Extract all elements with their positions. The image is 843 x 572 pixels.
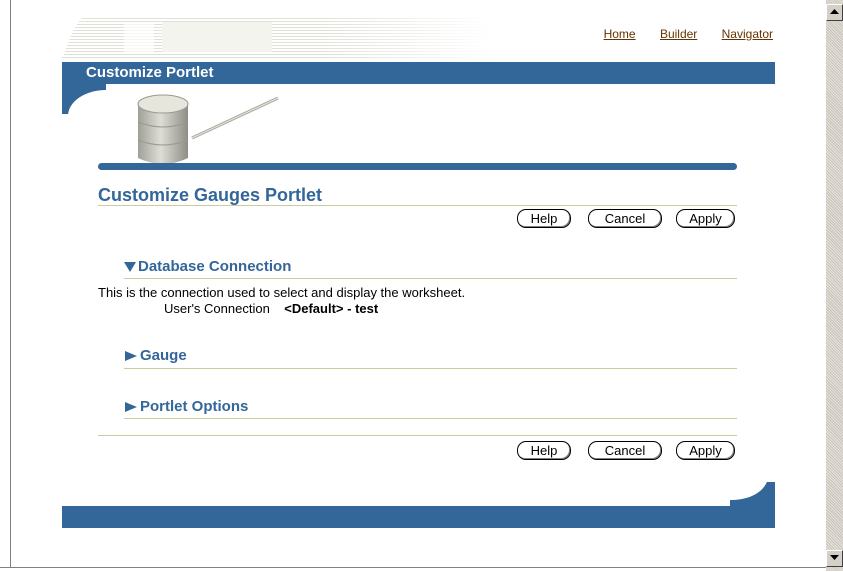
database-description: This is the connection used to select an… [98,285,466,300]
section-gauge[interactable]: Gauge [124,347,187,364]
title-bar: Customize Portlet [62,62,775,84]
triangle-down-icon [124,262,136,273]
portal-logo-banner [62,18,492,60]
section-portlet-options[interactable]: Portlet Options [124,398,248,415]
cancel-button-top[interactable]: Cancel [588,209,662,228]
section-portlet-options-underline [124,418,737,419]
help-button-bottom[interactable]: Help [517,441,571,460]
title-bar-curve [62,84,106,114]
footer-bar [62,506,775,528]
scroll-down-button[interactable] [826,550,843,567]
section-database-underline [124,278,737,279]
vertical-scrollbar[interactable] [826,0,843,571]
window-bottom-border [0,567,826,572]
builder-link[interactable]: Builder [660,27,697,41]
navigator-link[interactable]: Navigator [722,27,773,41]
bottom-divider [98,435,737,436]
section-database-connection[interactable]: Database Connection [124,258,291,275]
connection-row: User's Connection <Default> - test [164,301,378,316]
connection-label: User's Connection [164,301,270,316]
help-button-top[interactable]: Help [517,209,571,228]
section-database-connection-label: Database Connection [138,258,292,275]
arrow-down-icon [830,555,839,560]
connection-value: <Default> [284,301,344,316]
connection-suffix: - test [347,301,379,316]
page-title: Customize Gauges Portlet [98,185,323,205]
section-gauge-label: Gauge [140,347,187,364]
section-gauge-underline [124,368,737,369]
header-divider [98,163,737,170]
triangle-right-icon [125,402,137,413]
arrow-up-icon [830,9,839,14]
global-nav: Home Builder Navigator [583,27,773,41]
apply-button-bottom[interactable]: Apply [676,441,735,460]
home-link[interactable]: Home [604,27,636,41]
apply-button-top[interactable]: Apply [676,209,735,228]
scroll-up-button[interactable] [826,4,843,21]
window-left-border [0,0,11,571]
heading-underline [98,205,737,206]
section-portlet-options-label: Portlet Options [140,398,249,415]
footer-curve [730,482,775,506]
title-bar-label: Customize Portlet [86,64,214,81]
cancel-button-bottom[interactable]: Cancel [588,441,662,460]
triangle-right-icon [125,351,137,362]
